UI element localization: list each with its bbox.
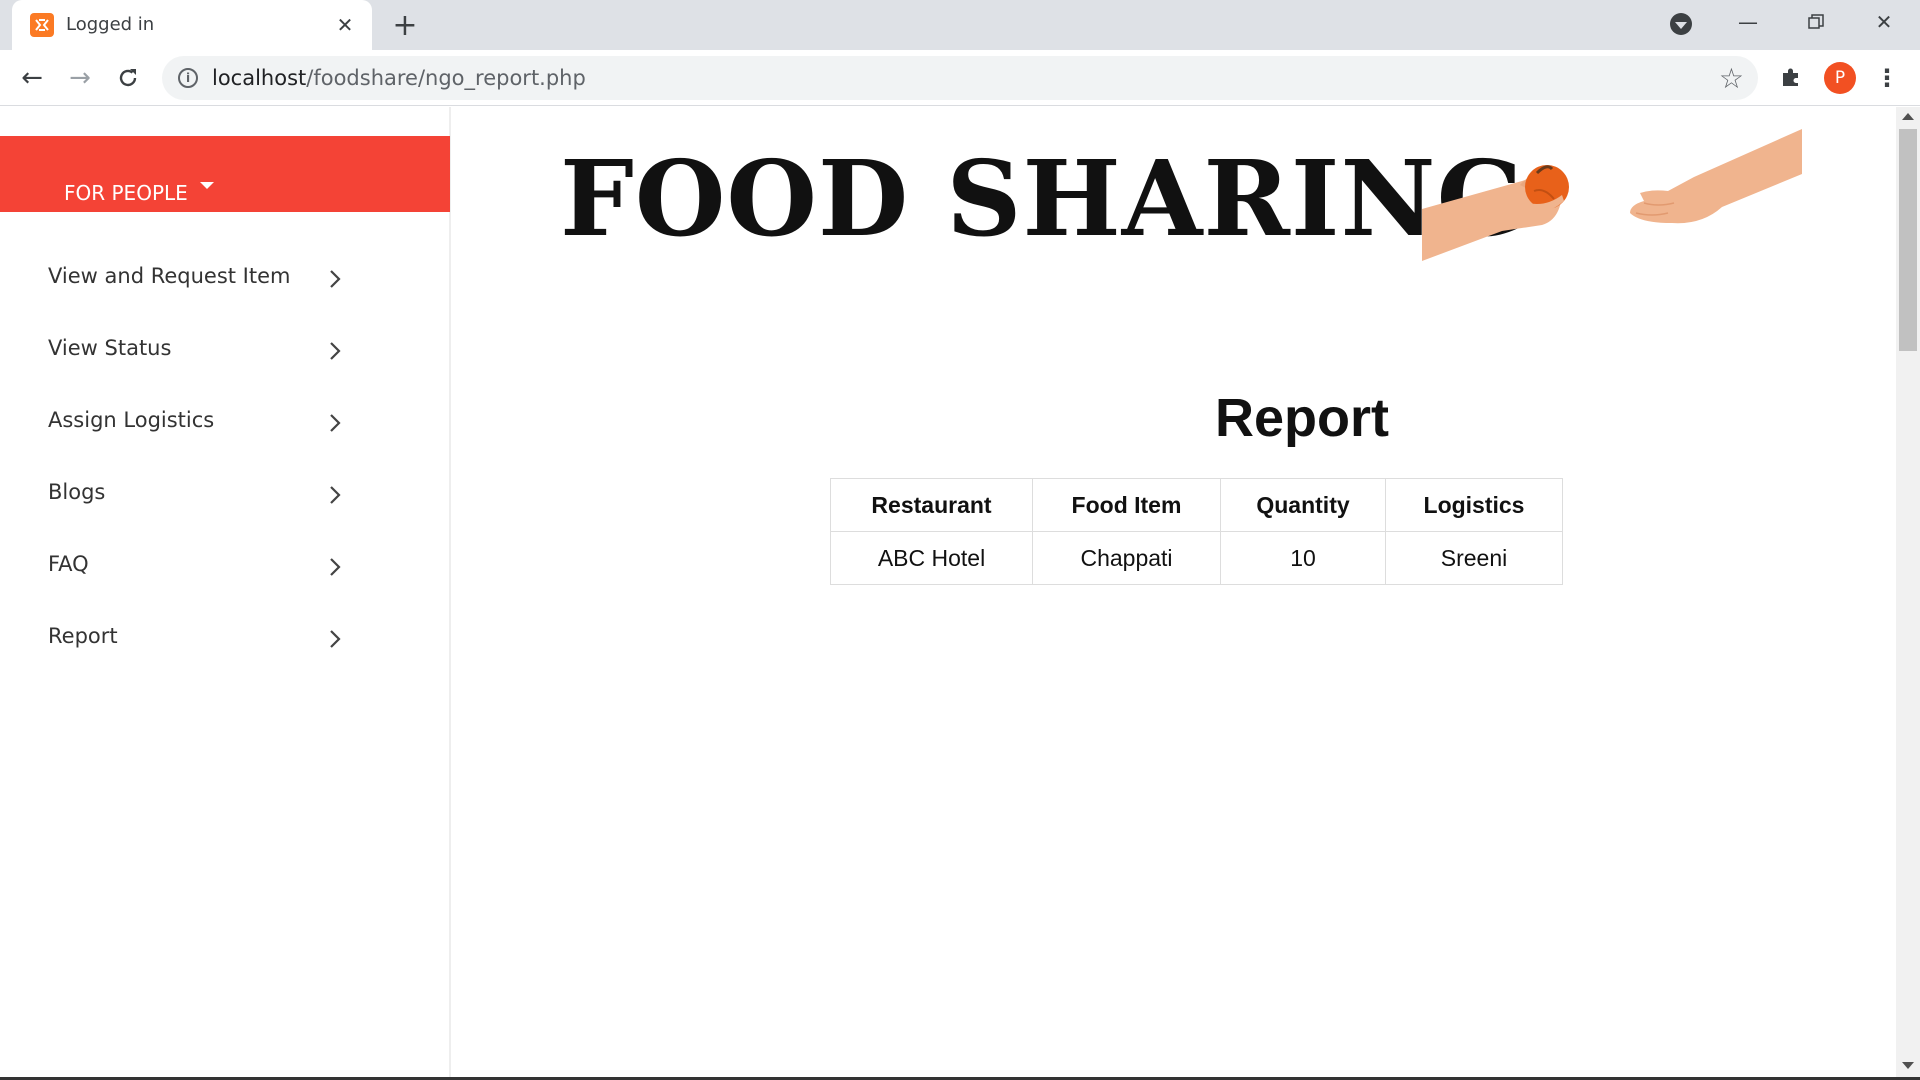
address-bar[interactable]: i localhost/foodshare/ngo_report.php ☆ bbox=[162, 56, 1758, 100]
reload-icon[interactable] bbox=[108, 58, 148, 98]
tab-strip: Logged in ✕ + — ✕ bbox=[0, 0, 1920, 50]
site-title: FOOD SHARING bbox=[560, 137, 1527, 260]
xampp-icon bbox=[30, 13, 54, 37]
sidebar-item-label: Blogs bbox=[48, 480, 106, 504]
sidebar-item-label: View Status bbox=[48, 336, 172, 360]
chevron-right-icon bbox=[330, 486, 341, 504]
cell-restaurant: ABC Hotel bbox=[830, 531, 1033, 585]
sidebar-item-label: View and Request Item bbox=[48, 264, 291, 288]
puzzle-icon[interactable] bbox=[1776, 62, 1806, 92]
cell-quantity: 10 bbox=[1220, 531, 1386, 585]
scroll-down-arrow-icon[interactable] bbox=[1902, 1062, 1914, 1069]
sidebar-item-report[interactable]: Report bbox=[0, 602, 450, 674]
sidebar-item-blogs[interactable]: Blogs bbox=[0, 458, 450, 530]
table-row: ABC Hotel Chappati 10 Sreeni bbox=[830, 531, 1563, 585]
kebab-menu-icon[interactable]: ⋮ bbox=[1872, 62, 1902, 94]
for-people-label: FOR PEOPLE bbox=[64, 181, 188, 205]
star-icon[interactable]: ☆ bbox=[1719, 62, 1744, 95]
table-header-row: Restaurant Food Item Quantity Logistics bbox=[830, 478, 1563, 532]
for-people-dropdown[interactable]: FOR PEOPLE bbox=[0, 136, 450, 212]
plus-icon[interactable]: + bbox=[388, 8, 422, 43]
hands-sharing-food-illustration bbox=[1422, 129, 1802, 261]
cell-food-item: Chappati bbox=[1032, 531, 1221, 585]
sidebar-item-label: FAQ bbox=[48, 552, 89, 576]
sidebar-item-label: Assign Logistics bbox=[48, 408, 215, 432]
report-heading: Report bbox=[1215, 388, 1389, 448]
main-content: FOOD SHARING Report Restaurant Food Item bbox=[452, 107, 1892, 1080]
column-header-quantity: Quantity bbox=[1220, 478, 1386, 532]
sidebar-item-view-status[interactable]: View Status bbox=[0, 314, 450, 386]
browser-toolbar: ← → i localhost/foodshare/ngo_report.php… bbox=[0, 50, 1920, 106]
page-viewport: FOR PEOPLE View and Request Item View St… bbox=[0, 107, 1920, 1080]
close-icon[interactable]: ✕ bbox=[332, 12, 358, 38]
column-header-logistics: Logistics bbox=[1385, 478, 1563, 532]
sidebar-item-label: Report bbox=[48, 624, 118, 648]
tab-title: Logged in bbox=[66, 14, 155, 35]
chevron-right-icon bbox=[330, 270, 341, 288]
caret-down-icon bbox=[200, 182, 214, 189]
sidebar-item-faq[interactable]: FAQ bbox=[0, 530, 450, 602]
chevron-right-icon bbox=[330, 630, 341, 648]
sidebar: FOR PEOPLE View and Request Item View St… bbox=[0, 107, 451, 1080]
arrow-left-icon[interactable]: ← bbox=[12, 58, 52, 98]
arrow-right-icon[interactable]: → bbox=[60, 58, 100, 98]
chevron-right-icon bbox=[330, 558, 341, 576]
restore-icon[interactable] bbox=[1782, 0, 1850, 44]
report-table: Restaurant Food Item Quantity Logistics … bbox=[830, 478, 1563, 585]
chevron-right-icon bbox=[330, 414, 341, 432]
tab-search-icon[interactable] bbox=[1670, 13, 1692, 35]
sidebar-menu: View and Request Item View Status Assign… bbox=[0, 242, 450, 674]
avatar[interactable]: P bbox=[1824, 62, 1856, 94]
scroll-thumb[interactable] bbox=[1899, 129, 1917, 351]
vertical-scrollbar[interactable] bbox=[1896, 107, 1920, 1080]
scroll-up-arrow-icon[interactable] bbox=[1902, 113, 1914, 120]
info-icon[interactable]: i bbox=[178, 68, 198, 88]
column-header-restaurant: Restaurant bbox=[830, 478, 1033, 532]
minimize-icon[interactable]: — bbox=[1714, 0, 1782, 44]
sidebar-item-view-and-request-item[interactable]: View and Request Item bbox=[0, 242, 450, 314]
browser-tab[interactable]: Logged in ✕ bbox=[12, 0, 372, 50]
chevron-right-icon bbox=[330, 342, 341, 360]
column-header-food-item: Food Item bbox=[1032, 478, 1221, 532]
url-host: localhost bbox=[212, 66, 307, 90]
url-text[interactable]: localhost/foodshare/ngo_report.php bbox=[212, 66, 586, 90]
url-path: /foodshare/ngo_report.php bbox=[306, 66, 586, 90]
sidebar-item-assign-logistics[interactable]: Assign Logistics bbox=[0, 386, 450, 458]
cell-logistics: Sreeni bbox=[1385, 531, 1563, 585]
window-close-icon[interactable]: ✕ bbox=[1850, 0, 1918, 44]
